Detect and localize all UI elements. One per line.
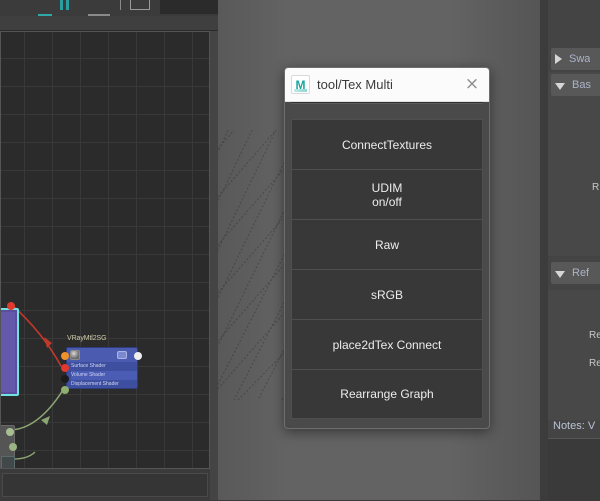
port-black[interactable]: [61, 375, 69, 383]
node-connection-wires: [8, 303, 64, 460]
udim-on-off-button[interactable]: UDIM on/off: [291, 169, 483, 219]
attribute-section-basic[interactable]: Bas: [551, 74, 600, 96]
port-green[interactable]: [61, 386, 69, 394]
toolbar-divider-icon: [120, 0, 121, 10]
toolbar-grid-icon[interactable]: [60, 0, 63, 10]
dialog-title: tool/Tex Multi: [317, 77, 393, 92]
attribute-section-label: Ref: [572, 267, 590, 279]
node-header: [67, 348, 137, 362]
port-red[interactable]: [61, 364, 69, 372]
port-red-upstream[interactable]: [7, 302, 15, 310]
attribute-section-swatch[interactable]: Swa: [551, 48, 600, 70]
attribute-field-label-3: Re: [589, 358, 600, 369]
maya-application-window: VRayMtl2SG Surface Shader Volume Shader …: [0, 0, 600, 501]
toolbar-line-icon[interactable]: [88, 0, 110, 17]
maya-icon-bar: [294, 89, 307, 92]
port-orange[interactable]: [61, 352, 69, 360]
triangle-down-icon: [555, 83, 565, 90]
triangle-right-icon: [555, 54, 562, 64]
port-green-lower-2[interactable]: [9, 443, 17, 451]
attribute-section-label: Swa: [569, 53, 591, 65]
attribute-section-reflection[interactable]: Ref: [551, 262, 600, 284]
notes-textarea[interactable]: [548, 438, 600, 501]
node-title-label: VRayMtl2SG: [67, 335, 107, 342]
node-editor-footer: [0, 469, 210, 500]
toolbar-box-icon[interactable]: [130, 0, 150, 10]
node-teal-clipped[interactable]: [1, 456, 15, 468]
toolbar: [0, 0, 218, 18]
dialog-titlebar[interactable]: M tool/Tex Multi ×: [285, 68, 489, 102]
node-attribute-rows: Surface Shader Volume Shader Displacemen…: [67, 362, 137, 388]
rearrange-graph-button[interactable]: Rearrange Graph: [291, 369, 483, 419]
node-vraymtlsg[interactable]: Surface Shader Volume Shader Displacemen…: [66, 347, 138, 389]
toolbar-secondary-row: [0, 16, 218, 31]
node-attr-surface[interactable]: Surface Shader: [71, 362, 137, 371]
node-thumbnail-icon: [70, 350, 80, 360]
attribute-section-label: Bas: [572, 79, 591, 91]
attribute-panel-gutter: [540, 0, 548, 500]
srgb-button[interactable]: sRGB: [291, 269, 483, 319]
dialog-separator: [291, 102, 483, 103]
node-attr-displacement[interactable]: Displacement Shader: [71, 380, 137, 388]
attribute-section-body-reflection: [548, 290, 600, 420]
attribute-editor-panel[interactable]: Swa Bas Ref R Re Re Notes: V: [540, 0, 600, 501]
node-editor-status-strip[interactable]: [2, 473, 208, 497]
tool-tex-multi-dialog[interactable]: M tool/Tex Multi × ConnectTextures UDIM …: [284, 67, 490, 429]
maya-icon: M: [291, 75, 310, 94]
close-icon[interactable]: ×: [457, 69, 487, 101]
attribute-field-label-1: R: [592, 182, 600, 193]
toolbar-field[interactable]: [160, 0, 218, 14]
dialog-separator-zone: [285, 102, 489, 112]
connect-textures-button[interactable]: ConnectTextures: [291, 119, 483, 169]
node-purple-clipped[interactable]: [1, 308, 19, 396]
port-output-white[interactable]: [134, 352, 142, 360]
toolbar-curve-icon[interactable]: [66, 0, 69, 10]
node-output-icon[interactable]: [117, 351, 127, 359]
notes-label: Notes: V: [553, 420, 596, 432]
place2dtex-connect-button[interactable]: place2dTex Connect: [291, 319, 483, 369]
node-purple-body: [1, 312, 15, 392]
raw-button[interactable]: Raw: [291, 219, 483, 269]
node-attr-volume[interactable]: Volume Shader: [71, 371, 137, 380]
attribute-field-label-2: Re: [589, 330, 600, 341]
node-editor-panel[interactable]: VRayMtl2SG Surface Shader Volume Shader …: [0, 31, 210, 469]
port-green-lower-1[interactable]: [6, 428, 14, 436]
dialog-button-list: ConnectTextures UDIM on/off Raw sRGB pla…: [285, 112, 489, 427]
triangle-down-icon: [555, 271, 565, 278]
attribute-section-body-basic: [548, 72, 600, 256]
